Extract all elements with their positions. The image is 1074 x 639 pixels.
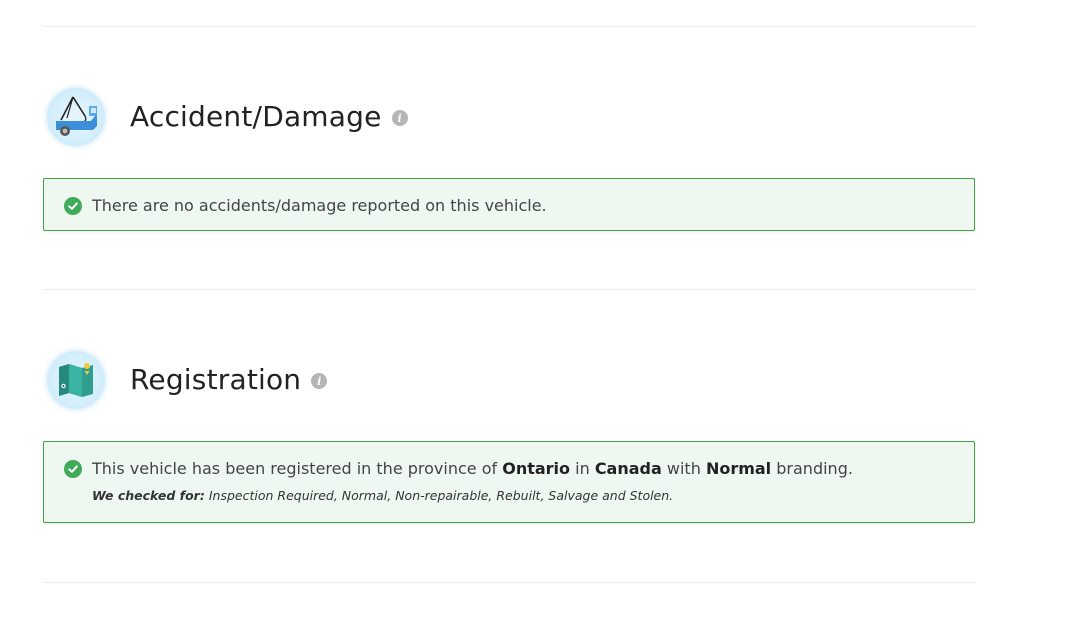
registration-message: This vehicle has been registered in the … — [92, 459, 853, 478]
registration-info-icon[interactable]: i — [311, 373, 328, 389]
map-icon — [47, 351, 105, 409]
middle-divider — [43, 289, 975, 290]
accident-section-header: Accident/Damage i — [47, 86, 408, 148]
registration-title: Registration — [130, 363, 302, 396]
accident-info-icon[interactable]: i — [391, 110, 408, 126]
accident-message: There are no accidents/damage reported o… — [92, 196, 547, 215]
bottom-divider — [43, 582, 975, 583]
check-circle-icon — [64, 459, 82, 478]
registration-in-word: in — [575, 459, 590, 478]
check-circle-icon — [64, 196, 82, 215]
checked-for-label: We checked for: — [92, 488, 205, 503]
checked-for-list: Inspection Required, Normal, Non-repaira… — [208, 488, 674, 503]
tow-truck-icon — [47, 88, 105, 146]
registration-country: Canada — [594, 459, 662, 478]
registration-province: Ontario — [502, 459, 571, 478]
registration-alert: This vehicle has been registered in the … — [43, 441, 975, 523]
top-divider — [43, 26, 975, 27]
registration-section-header: Registration i — [47, 349, 328, 411]
registration-message-prefix: This vehicle has been registered in the … — [92, 459, 498, 478]
registration-branding: Normal — [705, 459, 772, 478]
registration-with-word: with — [666, 459, 701, 478]
accident-alert: There are no accidents/damage reported o… — [43, 178, 975, 231]
registration-message-suffix: branding. — [776, 459, 853, 478]
checked-for-line: We checked for: Inspection Required, Nor… — [92, 488, 974, 503]
accident-title: Accident/Damage — [130, 100, 382, 133]
